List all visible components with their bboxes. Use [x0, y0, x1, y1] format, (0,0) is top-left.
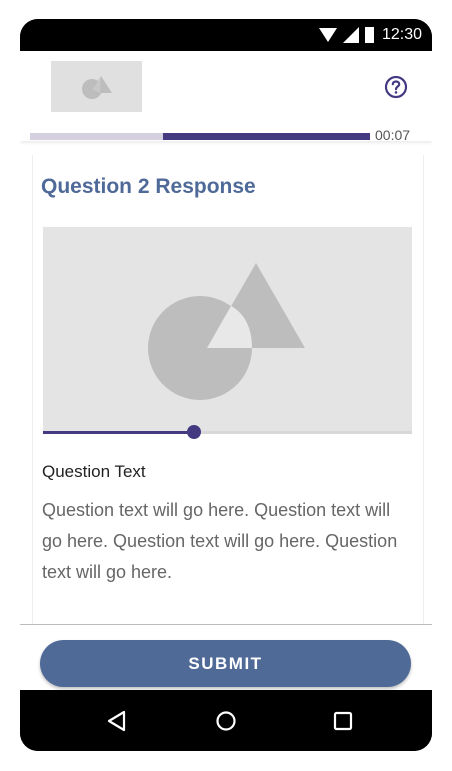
image-placeholder-icon — [148, 263, 305, 400]
status-bar: 12:30 — [20, 19, 432, 51]
app-screen: 00:07 Question 2 Response Question Text … — [20, 51, 432, 690]
logo-placeholder-icon — [81, 75, 112, 99]
logo — [51, 61, 142, 112]
timer-fill — [162, 133, 370, 140]
wifi-icon — [318, 28, 337, 42]
help-icon[interactable] — [384, 75, 408, 99]
media-player[interactable] — [43, 227, 412, 431]
media-scrubber-handle[interactable] — [187, 425, 202, 439]
submit-button[interactable]: SUBMIT — [40, 640, 411, 687]
recents-square-icon[interactable] — [330, 708, 356, 734]
app-header: 00:07 — [20, 51, 432, 143]
question-title: Question 2 Response — [41, 175, 256, 198]
question-label: Question Text — [42, 462, 146, 481]
timer-bar — [30, 133, 370, 140]
back-triangle-icon[interactable] — [104, 708, 130, 734]
question-text: Question text will go here. Question tex… — [42, 500, 398, 582]
home-circle-icon[interactable] — [213, 708, 239, 734]
media-scrubber[interactable] — [43, 425, 412, 439]
media-progress — [43, 431, 195, 434]
system-nav-bar — [20, 690, 432, 751]
timer-label: 00:07 — [375, 127, 411, 143]
footer-divider — [20, 624, 432, 625]
status-time: 12:30 — [381, 26, 422, 43]
question-card: Question 2 Response Question Text Questi… — [32, 155, 424, 625]
battery-icon — [364, 27, 374, 43]
cell-signal-icon — [342, 27, 359, 43]
device-frame: 12:30 00:07 Question 2 Response Question… — [20, 19, 432, 751]
